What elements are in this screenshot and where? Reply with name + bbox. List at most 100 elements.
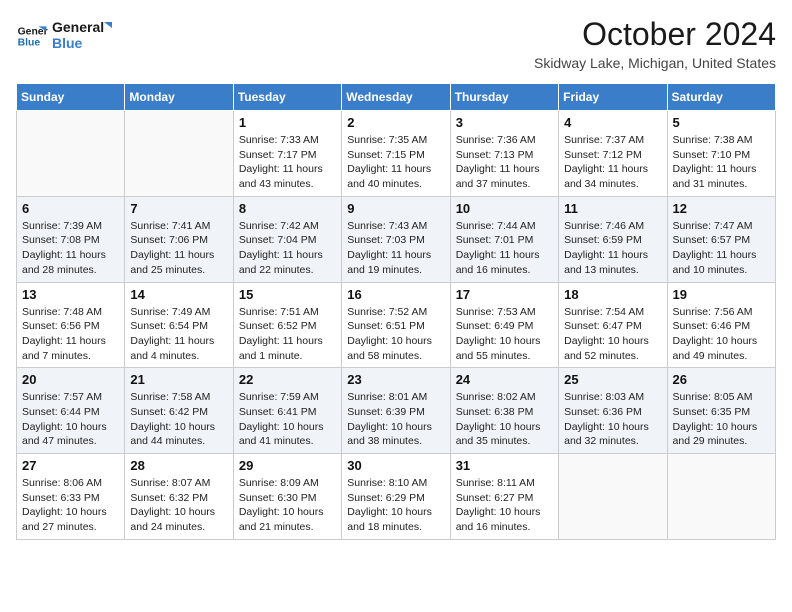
- header-cell-friday: Friday: [559, 84, 667, 111]
- svg-text:Blue: Blue: [18, 38, 41, 49]
- day-number: 17: [456, 287, 553, 302]
- day-cell: 26 Sunrise: 8:05 AMSunset: 6:35 PMDayligh…: [667, 368, 775, 454]
- day-info: Sunrise: 7:57 AMSunset: 6:44 PMDaylight:…: [22, 390, 119, 449]
- day-info: Sunrise: 8:11 AMSunset: 6:27 PMDaylight:…: [456, 476, 553, 535]
- day-cell: 19Sunrise: 7:56 AMSunset: 6:46 PMDayligh…: [667, 282, 775, 368]
- svg-text:Blue: Blue: [52, 35, 83, 51]
- day-number: 13: [22, 287, 119, 302]
- location: Skidway Lake, Michigan, United States: [534, 55, 776, 71]
- day-info: Sunrise: 8:10 AMSunset: 6:29 PMDaylight:…: [347, 476, 444, 535]
- day-number: 28: [130, 458, 227, 473]
- day-info: Sunrise: 8:07 AMSunset: 6:32 PMDaylight:…: [130, 476, 227, 535]
- logo-graphic: General Blue: [52, 16, 112, 56]
- day-number: 22: [239, 372, 336, 387]
- day-number: 30: [347, 458, 444, 473]
- day-info: Sunrise: 8:03 AMSunset: 6:36 PMDaylight:…: [564, 390, 661, 449]
- day-number: 6: [22, 201, 119, 216]
- day-info: Sunrise: 8:01 AMSunset: 6:39 PMDaylight:…: [347, 390, 444, 449]
- day-number: 18: [564, 287, 661, 302]
- day-cell: [125, 111, 233, 197]
- day-info: Sunrise: 7:48 AMSunset: 6:56 PMDaylight:…: [22, 305, 119, 364]
- day-number: 3: [456, 115, 553, 130]
- day-info: Sunrise: 7:58 AMSunset: 6:42 PMDaylight:…: [130, 390, 227, 449]
- day-cell: 13 Sunrise: 7:48 AMSunset: 6:56 PMDayligh…: [17, 282, 125, 368]
- day-number: 8: [239, 201, 336, 216]
- day-number: 11: [564, 201, 661, 216]
- day-number: 12: [673, 201, 770, 216]
- day-info: Sunrise: 7:51 AMSunset: 6:52 PMDaylight:…: [239, 305, 336, 364]
- header-cell-saturday: Saturday: [667, 84, 775, 111]
- day-info: Sunrise: 8:02 AMSunset: 6:38 PMDaylight:…: [456, 390, 553, 449]
- day-cell: 1Sunrise: 7:33 AMSunset: 7:17 PMDaylight…: [233, 111, 341, 197]
- day-number: 2: [347, 115, 444, 130]
- day-cell: 3 Sunrise: 7:36 AMSunset: 7:13 PMDaylight…: [450, 111, 558, 197]
- day-number: 15: [239, 287, 336, 302]
- header-cell-sunday: Sunday: [17, 84, 125, 111]
- day-info: Sunrise: 7:38 AMSunset: 7:10 PMDaylight:…: [673, 133, 770, 192]
- header-cell-wednesday: Wednesday: [342, 84, 450, 111]
- day-cell: 6 Sunrise: 7:39 AMSunset: 7:08 PMDaylight…: [17, 196, 125, 282]
- calendar-body: 1Sunrise: 7:33 AMSunset: 7:17 PMDaylight…: [17, 111, 776, 540]
- day-cell: [667, 454, 775, 540]
- day-info: Sunrise: 7:39 AMSunset: 7:08 PMDaylight:…: [22, 219, 119, 278]
- day-cell: 29Sunrise: 8:09 AMSunset: 6:30 PMDayligh…: [233, 454, 341, 540]
- day-number: 16: [347, 287, 444, 302]
- day-cell: 30 Sunrise: 8:10 AMSunset: 6:29 PMDayligh…: [342, 454, 450, 540]
- day-info: Sunrise: 8:05 AMSunset: 6:35 PMDaylight:…: [673, 390, 770, 449]
- header-row: SundayMondayTuesdayWednesdayThursdayFrid…: [17, 84, 776, 111]
- week-row-5: 27Sunrise: 8:06 AMSunset: 6:33 PMDayligh…: [17, 454, 776, 540]
- day-info: Sunrise: 8:09 AMSunset: 6:30 PMDaylight:…: [239, 476, 336, 535]
- day-number: 10: [456, 201, 553, 216]
- svg-text:General: General: [52, 19, 104, 35]
- day-info: Sunrise: 7:44 AMSunset: 7:01 PMDaylight:…: [456, 219, 553, 278]
- day-info: Sunrise: 7:36 AMSunset: 7:13 PMDaylight:…: [456, 133, 553, 192]
- day-cell: 31 Sunrise: 8:11 AMSunset: 6:27 PMDayligh…: [450, 454, 558, 540]
- header-cell-thursday: Thursday: [450, 84, 558, 111]
- day-number: 23: [347, 372, 444, 387]
- day-info: Sunrise: 7:43 AMSunset: 7:03 PMDaylight:…: [347, 219, 444, 278]
- day-cell: 28 Sunrise: 8:07 AMSunset: 6:32 PMDayligh…: [125, 454, 233, 540]
- day-cell: 2 Sunrise: 7:35 AMSunset: 7:15 PMDaylight…: [342, 111, 450, 197]
- day-number: 26: [673, 372, 770, 387]
- week-row-1: 1Sunrise: 7:33 AMSunset: 7:17 PMDaylight…: [17, 111, 776, 197]
- logo: General Blue General Blue: [16, 16, 112, 56]
- day-number: 14: [130, 287, 227, 302]
- day-cell: [559, 454, 667, 540]
- title-block: October 2024 Skidway Lake, Michigan, Uni…: [534, 16, 776, 71]
- week-row-4: 20Sunrise: 7:57 AMSunset: 6:44 PMDayligh…: [17, 368, 776, 454]
- week-row-2: 6 Sunrise: 7:39 AMSunset: 7:08 PMDaylight…: [17, 196, 776, 282]
- day-info: Sunrise: 7:46 AMSunset: 6:59 PMDaylight:…: [564, 219, 661, 278]
- day-info: Sunrise: 7:35 AMSunset: 7:15 PMDaylight:…: [347, 133, 444, 192]
- day-cell: 7Sunrise: 7:41 AMSunset: 7:06 PMDaylight…: [125, 196, 233, 282]
- day-number: 25: [564, 372, 661, 387]
- day-number: 21: [130, 372, 227, 387]
- day-cell: 16Sunrise: 7:52 AMSunset: 6:51 PMDayligh…: [342, 282, 450, 368]
- day-cell: 21 Sunrise: 7:58 AMSunset: 6:42 PMDayligh…: [125, 368, 233, 454]
- day-info: Sunrise: 7:42 AMSunset: 7:04 PMDaylight:…: [239, 219, 336, 278]
- day-info: Sunrise: 7:47 AMSunset: 6:57 PMDaylight:…: [673, 219, 770, 278]
- day-cell: 5 Sunrise: 7:38 AMSunset: 7:10 PMDaylight…: [667, 111, 775, 197]
- day-number: 31: [456, 458, 553, 473]
- day-info: Sunrise: 7:49 AMSunset: 6:54 PMDaylight:…: [130, 305, 227, 364]
- day-number: 24: [456, 372, 553, 387]
- month-title: October 2024: [534, 16, 776, 53]
- logo-icon: General Blue: [16, 20, 48, 52]
- day-cell: 8 Sunrise: 7:42 AMSunset: 7:04 PMDaylight…: [233, 196, 341, 282]
- day-cell: 23 Sunrise: 8:01 AMSunset: 6:39 PMDayligh…: [342, 368, 450, 454]
- day-info: Sunrise: 7:53 AMSunset: 6:49 PMDaylight:…: [456, 305, 553, 364]
- day-cell: 27Sunrise: 8:06 AMSunset: 6:33 PMDayligh…: [17, 454, 125, 540]
- day-number: 5: [673, 115, 770, 130]
- day-info: Sunrise: 7:37 AMSunset: 7:12 PMDaylight:…: [564, 133, 661, 192]
- day-info: Sunrise: 7:54 AMSunset: 6:47 PMDaylight:…: [564, 305, 661, 364]
- week-row-3: 13 Sunrise: 7:48 AMSunset: 6:56 PMDayligh…: [17, 282, 776, 368]
- day-cell: 12 Sunrise: 7:47 AMSunset: 6:57 PMDayligh…: [667, 196, 775, 282]
- header-cell-tuesday: Tuesday: [233, 84, 341, 111]
- day-cell: 15 Sunrise: 7:51 AMSunset: 6:52 PMDayligh…: [233, 282, 341, 368]
- day-cell: 18 Sunrise: 7:54 AMSunset: 6:47 PMDayligh…: [559, 282, 667, 368]
- day-cell: 20Sunrise: 7:57 AMSunset: 6:44 PMDayligh…: [17, 368, 125, 454]
- day-number: 7: [130, 201, 227, 216]
- day-number: 19: [673, 287, 770, 302]
- day-cell: 9Sunrise: 7:43 AMSunset: 7:03 PMDaylight…: [342, 196, 450, 282]
- day-cell: 24 Sunrise: 8:02 AMSunset: 6:38 PMDayligh…: [450, 368, 558, 454]
- day-number: 1: [239, 115, 336, 130]
